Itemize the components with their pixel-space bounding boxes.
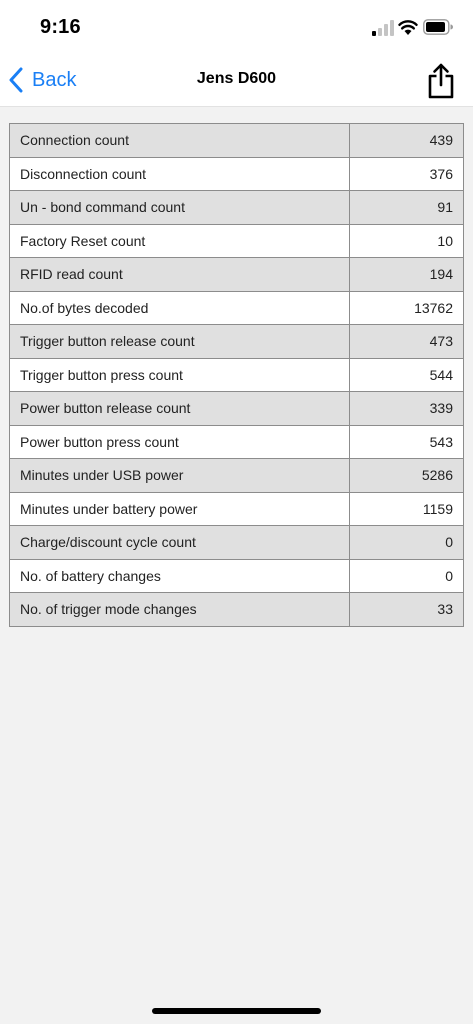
cellular-signal-icon <box>372 20 394 36</box>
row-value: 194 <box>349 257 464 292</box>
table-row: Trigger button release count 473 <box>9 324 464 359</box>
share-icon[interactable] <box>426 62 456 100</box>
battery-icon <box>423 19 453 35</box>
row-label: Power button release count <box>9 391 350 426</box>
table-row: Connection count 439 <box>9 123 464 158</box>
row-label: No. of battery changes <box>9 558 350 593</box>
row-value: 339 <box>349 391 464 426</box>
table-row: Un - bond command count 91 <box>9 190 464 225</box>
table-row: RFID read count 194 <box>9 257 464 292</box>
table-row: Power button release count 339 <box>9 391 464 426</box>
row-value: 376 <box>349 156 464 191</box>
row-value: 0 <box>349 558 464 593</box>
row-value: 5286 <box>349 458 464 493</box>
wifi-icon <box>398 20 418 35</box>
row-label: No. of trigger mode changes <box>9 592 350 627</box>
row-value: 439 <box>349 123 464 158</box>
stats-table: Connection count 439 Disconnection count 37… <box>9 123 464 627</box>
home-indicator <box>152 1008 321 1014</box>
row-label: Minutes under battery power <box>9 491 350 526</box>
row-value: 10 <box>349 223 464 258</box>
row-value: 13762 <box>349 290 464 325</box>
row-label: RFID read count <box>9 257 350 292</box>
status-bar: 9:16 <box>0 0 473 56</box>
table-row: Trigger button press count 544 <box>9 357 464 392</box>
table-row: Minutes under USB power 5286 <box>9 458 464 493</box>
row-label: Trigger button press count <box>9 357 350 392</box>
table-row: Factory Reset count 10 <box>9 223 464 258</box>
table-row: No.of bytes decoded 13762 <box>9 290 464 325</box>
table-row: Power button press count 543 <box>9 424 464 459</box>
row-label: Trigger button release count <box>9 324 350 359</box>
row-label: Connection count <box>9 123 350 158</box>
row-label: Disconnection count <box>9 156 350 191</box>
row-value: 91 <box>349 190 464 225</box>
table-row: No. of trigger mode changes 33 <box>9 592 464 627</box>
row-value: 0 <box>349 525 464 560</box>
row-label: Un - bond command count <box>9 190 350 225</box>
table-row: Disconnection count 376 <box>9 156 464 191</box>
row-label: No.of bytes decoded <box>9 290 350 325</box>
row-value: 544 <box>349 357 464 392</box>
row-label: Factory Reset count <box>9 223 350 258</box>
row-label: Power button press count <box>9 424 350 459</box>
row-value: 543 <box>349 424 464 459</box>
page-title: Jens D600 <box>196 70 277 87</box>
table-row: Minutes under battery power 1159 <box>9 491 464 526</box>
table-row: Charge/discount cycle count 0 <box>9 525 464 560</box>
row-value: 1159 <box>349 491 464 526</box>
stats-table-body: Connection count 439 Disconnection count 37… <box>9 123 464 627</box>
navigation-bar: Back Jens D600 <box>0 56 473 107</box>
row-label: Charge/discount cycle count <box>9 525 350 560</box>
table-row: No. of battery changes 0 <box>9 558 464 593</box>
status-time: 9:16 <box>40 16 81 38</box>
row-value: 33 <box>349 592 464 627</box>
row-label: Minutes under USB power <box>9 458 350 493</box>
row-value: 473 <box>349 324 464 359</box>
